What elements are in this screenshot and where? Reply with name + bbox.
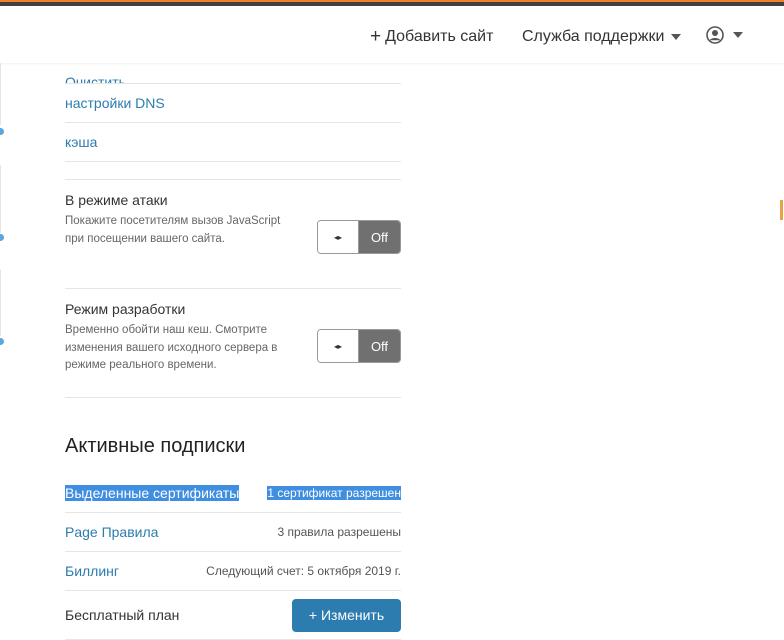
clear-link-label: Очистить — [65, 74, 126, 84]
plan-label: Бесплатный план — [65, 607, 180, 623]
chevron-down-icon — [733, 32, 743, 38]
toggle-handle-icon: ◂▸ — [318, 330, 359, 362]
chevron-down-icon — [671, 34, 682, 40]
support-menu-button[interactable]: Служба поддержки — [522, 28, 682, 46]
sidebar-step-dot — [0, 234, 4, 241]
add-site-button[interactable]: + Добавить сайт — [370, 26, 494, 47]
sidebar-edge-line — [0, 270, 1, 336]
divider — [65, 162, 401, 180]
subscription-row: Выделенные сертификаты 1 сертификат разр… — [65, 474, 401, 513]
dns-settings-link[interactable]: настройки DNS — [65, 84, 401, 123]
sidebar-step-dot — [0, 338, 4, 345]
page-rules-link[interactable]: Page Правила — [65, 524, 158, 540]
subscription-row: Биллинг Следующий счет: 5 октября 2019 г… — [65, 552, 401, 591]
scrollbar-thumb[interactable] — [780, 200, 783, 220]
plan-row: Бесплатный план + Изменить — [65, 591, 401, 640]
cache-link[interactable]: кэша — [65, 123, 401, 162]
change-plan-button[interactable]: + Изменить — [292, 598, 401, 632]
cache-link-label: кэша — [65, 134, 98, 150]
billing-link[interactable]: Биллинг — [65, 563, 119, 579]
development-mode-setting: Режим разработки Временно обойти наш кеш… — [65, 301, 401, 398]
sidebar-edge-line — [0, 165, 1, 233]
toggle-state-label: Off — [359, 330, 400, 362]
setting-title: В режиме атаки — [65, 192, 168, 208]
setting-description: Временно обойти наш кеш. Смотрите измене… — [65, 324, 278, 371]
subscription-value: 3 правила разрешены — [277, 525, 401, 539]
under-attack-toggle[interactable]: ◂▸ Off — [317, 220, 401, 254]
under-attack-setting: В режиме атаки Покажите посетителям вызо… — [65, 192, 401, 289]
setting-description: Покажите посетителям вызов JavaScript пр… — [65, 215, 281, 245]
subscription-value: Следующий счет: 5 октября 2019 г. — [206, 564, 401, 578]
add-site-label: Добавить сайт — [385, 28, 494, 45]
development-mode-toggle[interactable]: ◂▸ Off — [317, 329, 401, 363]
user-menu-button[interactable] — [706, 26, 743, 44]
clear-link[interactable]: Очистить — [65, 63, 401, 84]
support-label: Служба поддержки — [522, 28, 665, 45]
dedicated-certificates-link[interactable]: Выделенные сертификаты — [65, 485, 240, 501]
subscription-value: 1 сертификат разрешен — [267, 486, 401, 500]
sidebar-step-dot — [0, 128, 4, 135]
subscription-row: Page Правила 3 правила разрешены — [65, 513, 401, 552]
sidebar-edge-line — [0, 63, 1, 125]
setting-title: Режим разработки — [65, 301, 186, 317]
dns-settings-label: настройки DNS — [65, 95, 165, 111]
plus-icon: + — [370, 26, 382, 47]
toggle-state-label: Off — [359, 221, 400, 253]
user-avatar-icon — [706, 26, 724, 44]
main-content: Очистить настройки DNS кэша В режиме ата… — [65, 63, 401, 640]
active-subscriptions-title: Активные подписки — [65, 435, 246, 457]
top-header: + Добавить сайт Служба поддержки — [0, 6, 784, 63]
toggle-handle-icon: ◂▸ — [318, 221, 359, 253]
